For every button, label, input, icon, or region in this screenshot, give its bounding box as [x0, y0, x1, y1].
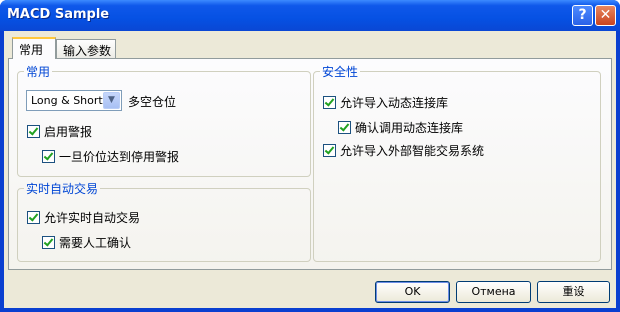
checkbox-checked-icon[interactable] — [323, 96, 336, 109]
tab-panel: 常用 Long & Short ▼ 多空仓位 启用警报 一旦价位达到停用警报 实… — [8, 58, 612, 270]
general-group-legend: 常用 — [26, 65, 51, 79]
help-button[interactable]: ? — [572, 5, 593, 26]
safety-group-legend: 安全性 — [322, 65, 359, 79]
allow-dll-imports-checkbox[interactable]: 允许导入动态连接库 — [323, 94, 448, 111]
live-trading-group-legend: 实时自动交易 — [26, 182, 99, 196]
manual-confirmation-label: 需要人工确认 — [59, 236, 132, 250]
live-trading-group: 实时自动交易 允许实时自动交易 需要人工确认 — [17, 180, 311, 262]
checkbox-checked-icon[interactable] — [27, 125, 40, 138]
position-select[interactable]: Long & Short ▼ — [26, 90, 122, 111]
checkbox-checked-icon[interactable] — [42, 236, 55, 249]
chevron-down-icon[interactable]: ▼ — [103, 92, 120, 109]
reset-button[interactable]: 重设 — [537, 281, 610, 303]
close-button[interactable]: ✕ — [595, 5, 616, 26]
general-group: 常用 Long & Short ▼ 多空仓位 启用警报 一旦价位达到停用警报 — [17, 63, 311, 177]
tab-inputs[interactable]: 输入参数 — [56, 39, 116, 58]
cancel-button[interactable]: Отмена — [456, 281, 531, 303]
manual-confirmation-checkbox[interactable]: 需要人工确认 — [42, 234, 131, 251]
position-select-label: 多空仓位 — [128, 95, 177, 109]
allow-live-trading-checkbox[interactable]: 允许实时自动交易 — [27, 209, 140, 226]
dialog-client-area: 常用 输入参数 常用 Long & Short ▼ 多空仓位 启用警报 一旦价位… — [4, 31, 616, 308]
allow-live-trading-label: 允许实时自动交易 — [44, 211, 141, 225]
dialog-window: MACD Sample ? ✕ 常用 输入参数 常用 Long & Short … — [0, 0, 620, 312]
enable-alerts-checkbox[interactable]: 启用警报 — [27, 123, 92, 140]
checkbox-checked-icon[interactable] — [27, 211, 40, 224]
confirm-dll-calls-label: 确认调用动态连接库 — [355, 121, 464, 135]
checkbox-checked-icon[interactable] — [42, 150, 55, 163]
ok-button[interactable]: OK — [375, 281, 450, 303]
allow-external-experts-label: 允许导入外部智能交易系统 — [340, 144, 485, 158]
disable-alert-once-hit-label: 一旦价位达到停用警报 — [59, 150, 180, 164]
allow-external-experts-checkbox[interactable]: 允许导入外部智能交易系统 — [323, 142, 484, 159]
title-bar[interactable]: MACD Sample ? ✕ — [0, 0, 620, 31]
confirm-dll-calls-checkbox[interactable]: 确认调用动态连接库 — [338, 119, 463, 136]
position-select-caption: 多空仓位 — [128, 93, 176, 110]
safety-group: 安全性 允许导入动态连接库 确认调用动态连接库 允许导入外部智能交易系统 — [313, 63, 601, 262]
checkbox-checked-icon[interactable] — [323, 144, 336, 157]
window-title: MACD Sample — [7, 7, 110, 22]
disable-alert-once-hit-checkbox[interactable]: 一旦价位达到停用警报 — [42, 148, 179, 165]
tab-general[interactable]: 常用 — [12, 37, 56, 59]
checkbox-checked-icon[interactable] — [338, 121, 351, 134]
enable-alerts-label: 启用警报 — [44, 125, 93, 139]
allow-dll-imports-label: 允许导入动态连接库 — [340, 96, 449, 110]
position-select-value: Long & Short — [31, 94, 103, 107]
